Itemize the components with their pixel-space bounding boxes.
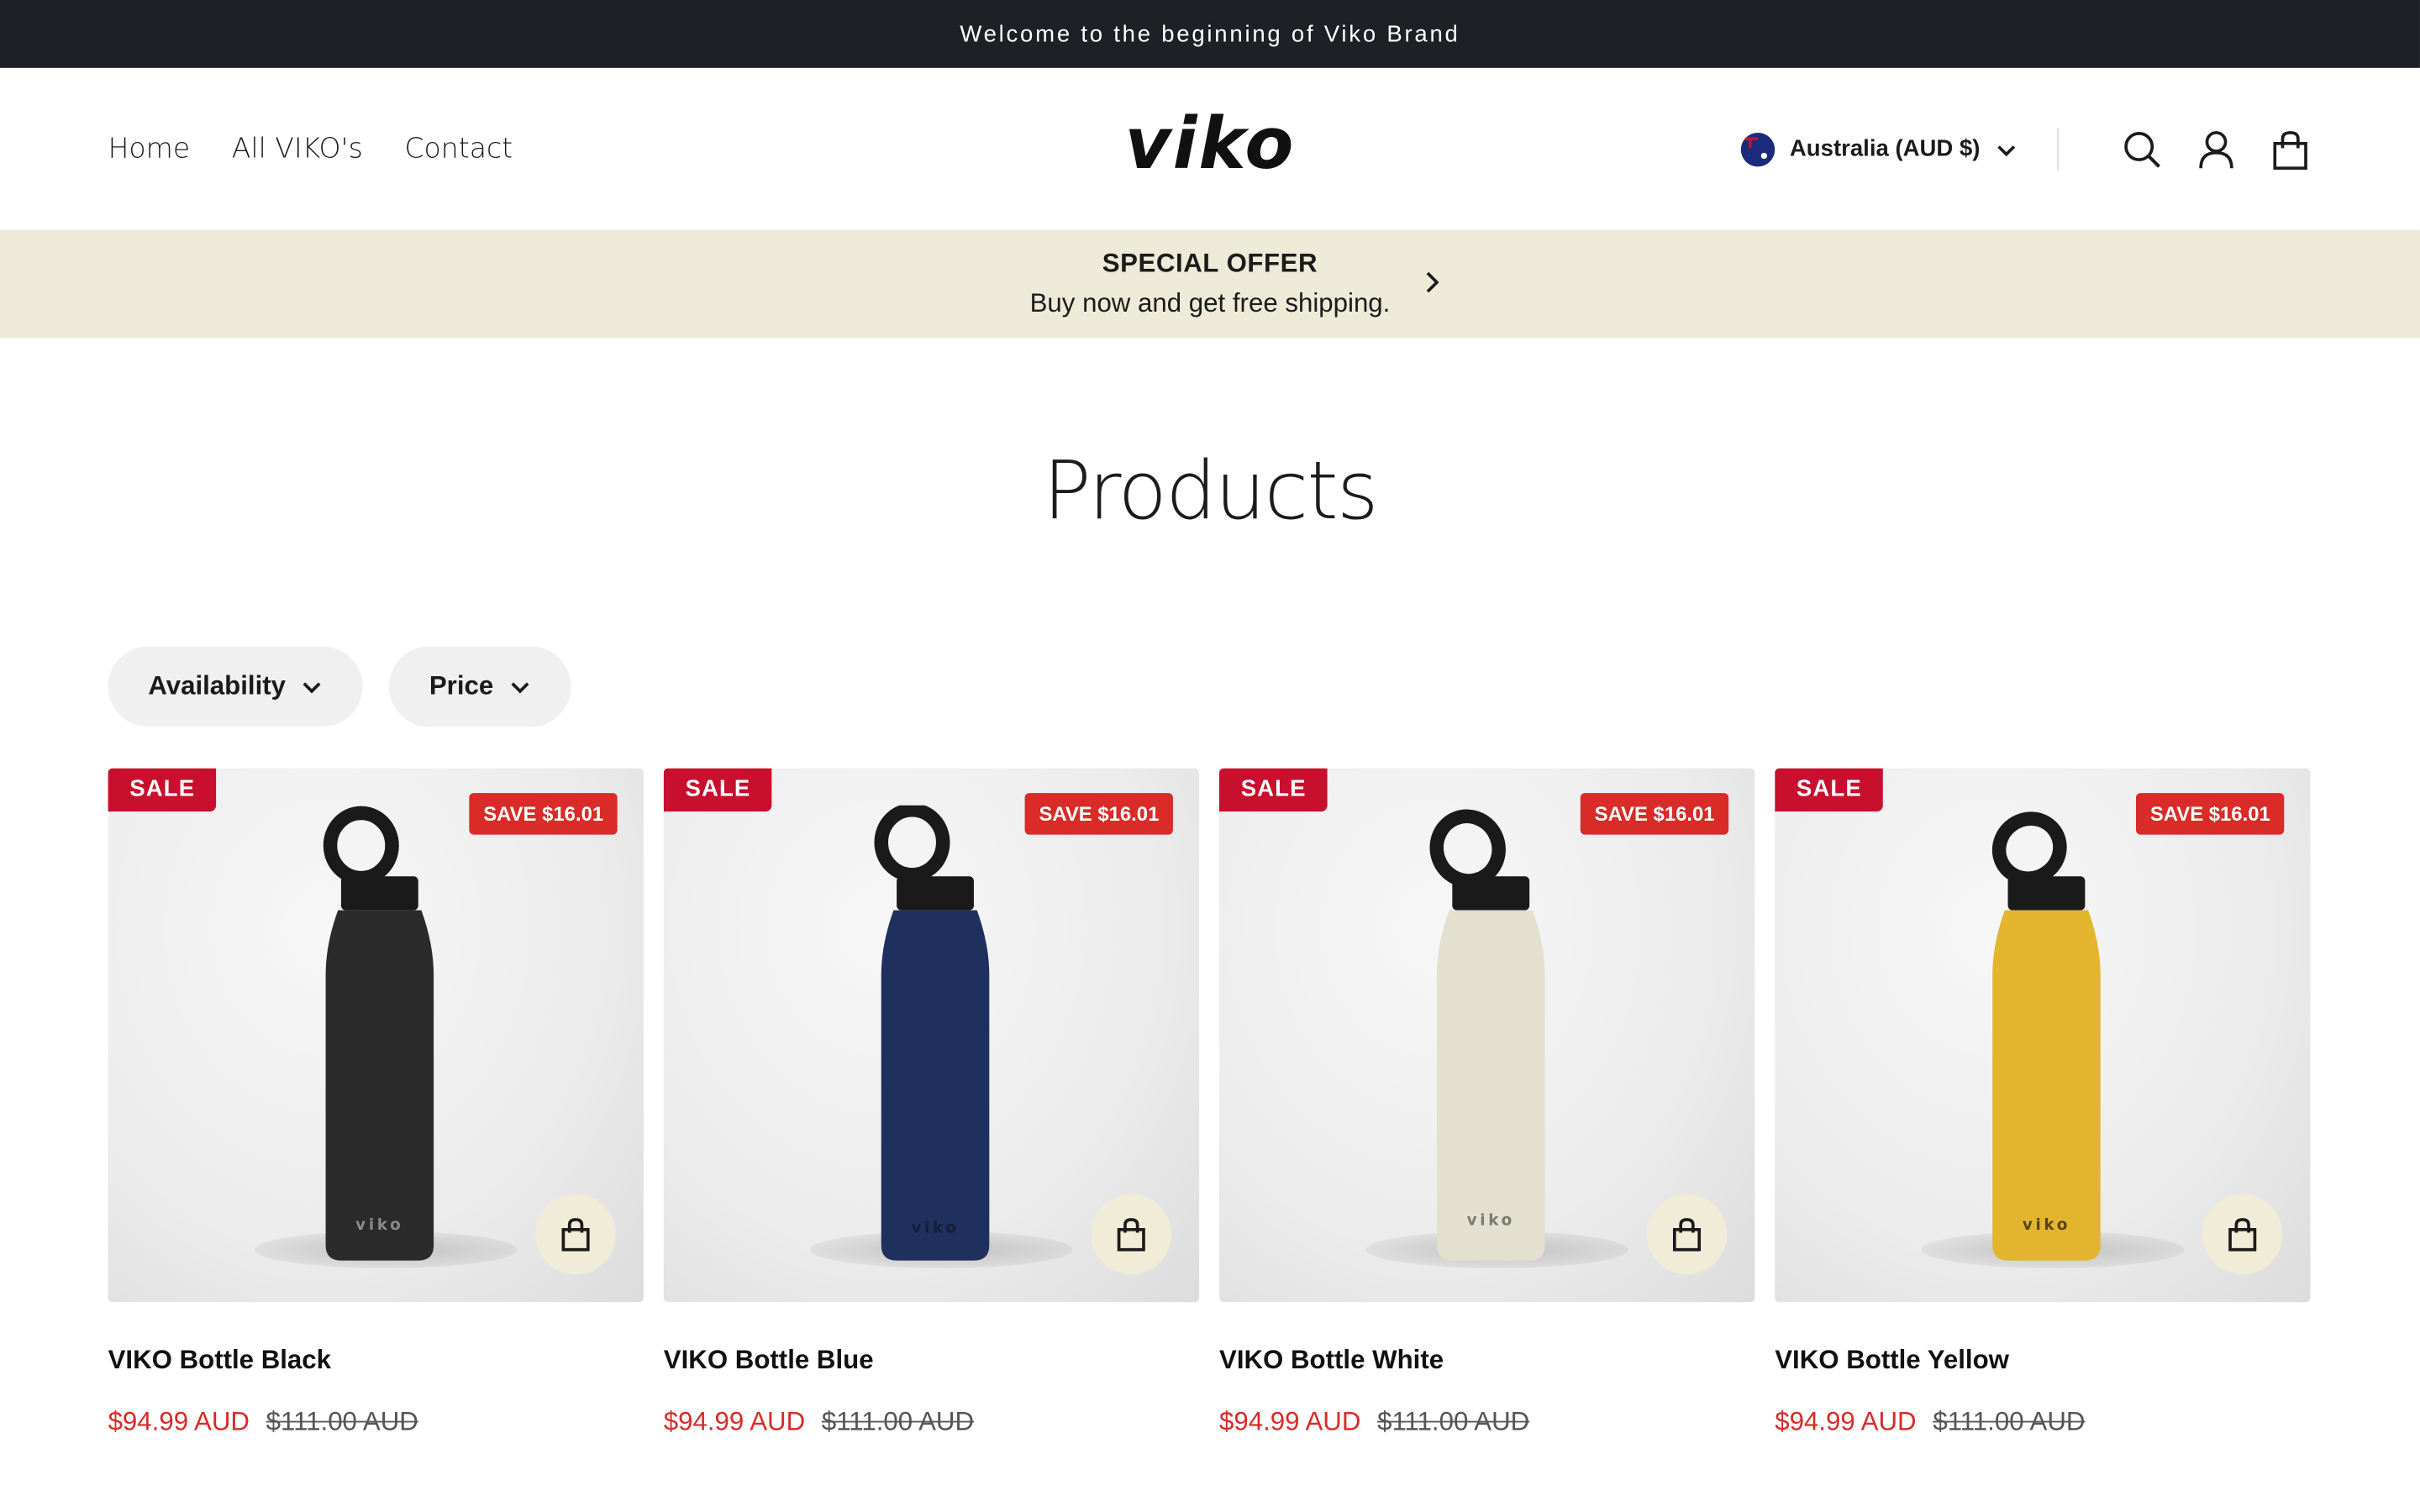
announcement-text: Welcome to the beginning of Viko Brand: [960, 20, 1460, 48]
compare-price: $111.00 AUD: [266, 1407, 418, 1436]
quick-add-button[interactable]: [1646, 1194, 1728, 1275]
bottle-image: viko: [323, 806, 434, 1261]
sale-badge: SALE: [663, 768, 773, 812]
save-badge: SAVE $16.01: [1024, 793, 1173, 835]
product-name[interactable]: VIKO Bottle Blue: [664, 1346, 1199, 1377]
product-image[interactable]: viko SALE SAVE $16.01: [1218, 768, 1755, 1303]
svg-text:viko: viko: [355, 1216, 403, 1234]
compare-price: $111.00 AUD: [821, 1407, 975, 1436]
quick-add-button[interactable]: [1091, 1194, 1172, 1275]
site-header: Home All VIKO's Contact viko Australia (…: [0, 68, 2420, 230]
sale-price: $94.99 AUD: [108, 1407, 250, 1436]
svg-text:viko: viko: [911, 1220, 959, 1237]
australia-flag-icon: [1740, 132, 1775, 166]
product-price: $94.99 AUD $111.00 AUD: [664, 1407, 1199, 1438]
availability-filter[interactable]: Availability: [108, 646, 363, 727]
search-icon: [2124, 131, 2160, 167]
shopping-bag-icon: [1672, 1218, 1702, 1252]
nav-contact[interactable]: Contact: [404, 133, 513, 165]
sale-badge: SALE: [1218, 768, 1328, 812]
chevron-down-icon: [302, 682, 321, 694]
announcement-bar: Welcome to the beginning of Viko Brand: [0, 0, 2420, 68]
page-title: Products: [1043, 445, 1379, 539]
chevron-right-icon: [1426, 271, 1439, 293]
chevron-down-icon: [1997, 144, 2016, 156]
country-selector[interactable]: Australia (AUD $): [1740, 132, 2017, 166]
user-icon: [2199, 130, 2233, 168]
save-badge: SAVE $16.01: [1581, 793, 1729, 835]
shopping-bag-icon: [2273, 130, 2307, 170]
product-name[interactable]: VIKO Bottle Yellow: [1775, 1346, 2310, 1377]
price-filter-label: Price: [429, 670, 494, 701]
svg-text:viko: viko: [2023, 1216, 2070, 1234]
bottle-image: viko: [1991, 811, 2101, 1261]
page: Welcome to the beginning of Viko Brand H…: [0, 0, 2420, 1512]
search-button[interactable]: [2121, 128, 2164, 171]
product-image[interactable]: viko SALE SAVE $16.01: [1775, 768, 2311, 1303]
sale-price: $94.99 AUD: [1218, 1407, 1361, 1436]
country-label: Australia (AUD $): [1789, 135, 1981, 162]
quick-add-button[interactable]: [535, 1194, 616, 1275]
compare-price: $111.00 AUD: [1377, 1407, 1530, 1436]
save-badge: SAVE $16.01: [469, 793, 618, 835]
bottle-image: viko: [1429, 809, 1545, 1261]
svg-text:viko: viko: [1467, 1211, 1515, 1229]
main-nav: Home All VIKO's Contact: [108, 68, 513, 230]
brand-logo[interactable]: viko: [1125, 102, 1296, 185]
product-card[interactable]: viko SALE SAVE $16.01 VIKO Bottle Black …: [108, 768, 644, 1438]
sale-badge: SALE: [108, 768, 217, 812]
availability-filter-label: Availability: [148, 670, 287, 701]
product-card[interactable]: viko SALE SAVE $16.01 VIKO Bottle Blue $…: [663, 768, 1200, 1438]
compare-price: $111.00 AUD: [1933, 1407, 2086, 1436]
shopping-bag-icon: [1117, 1218, 1145, 1252]
shopping-bag-icon: [2228, 1218, 2257, 1252]
product-price: $94.99 AUD $111.00 AUD: [108, 1407, 644, 1438]
product-card[interactable]: viko SALE SAVE $16.01 VIKO Bottle White …: [1218, 768, 1755, 1438]
filter-bar: Availability Price: [108, 646, 571, 727]
shopping-bag-icon: [561, 1218, 590, 1252]
sale-price: $94.99 AUD: [663, 1407, 806, 1436]
sale-badge: SALE: [1775, 768, 1884, 812]
product-price: $94.99 AUD $111.00 AUD: [1775, 1407, 2310, 1438]
nav-home[interactable]: Home: [108, 133, 191, 165]
quick-add-button[interactable]: [2202, 1194, 2283, 1275]
special-offer-banner[interactable]: SPECIAL OFFER Buy now and get free shipp…: [0, 229, 2420, 339]
product-name[interactable]: VIKO Bottle White: [1219, 1346, 1754, 1377]
product-image[interactable]: viko SALE SAVE $16.01: [663, 768, 1200, 1303]
header-actions: Australia (AUD $): [1740, 68, 2312, 230]
save-badge: SAVE $16.01: [2136, 793, 2285, 835]
header-divider: [2057, 127, 2060, 171]
cart-button[interactable]: [2269, 128, 2312, 171]
price-filter[interactable]: Price: [389, 646, 571, 727]
product-image[interactable]: viko SALE SAVE $16.01: [108, 768, 644, 1303]
product-grid: viko SALE SAVE $16.01 VIKO Bottle Black …: [108, 768, 2311, 1438]
offer-text: Buy now and get free shipping.: [1029, 288, 1391, 318]
nav-all-vikos[interactable]: All VIKO's: [232, 133, 363, 165]
product-price: $94.99 AUD $111.00 AUD: [1219, 1407, 1754, 1438]
product-card[interactable]: viko SALE SAVE $16.01 VIKO Bottle Yellow…: [1775, 768, 2311, 1438]
product-name[interactable]: VIKO Bottle Black: [108, 1346, 644, 1377]
account-button[interactable]: [2195, 128, 2238, 171]
chevron-down-icon: [510, 682, 529, 694]
offer-title: SPECIAL OFFER: [1102, 248, 1318, 278]
bottle-image: viko: [874, 805, 990, 1261]
sale-price: $94.99 AUD: [1775, 1407, 1917, 1436]
